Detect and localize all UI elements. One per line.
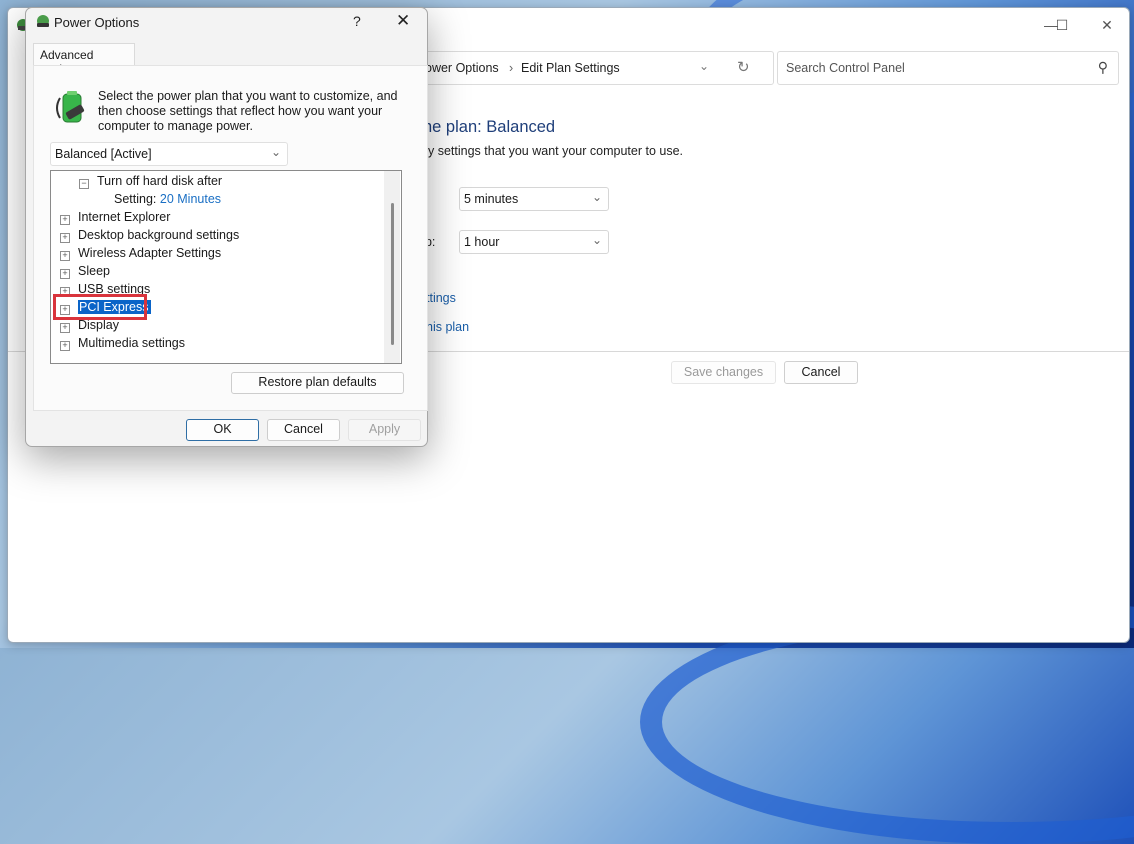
refresh-icon[interactable]: ↻ [737,58,750,76]
highlight-annotation [53,294,147,320]
breadcrumb-separator-icon: › [509,61,514,75]
restore-defaults-link[interactable]: his plan [426,320,469,334]
expand-icon[interactable]: + [60,233,70,243]
tree-item-internet-explorer[interactable]: + Internet Explorer [60,209,170,227]
sleep-value: 1 hour [464,235,500,249]
chevron-down-icon: ⌄ [591,190,602,204]
search-icon[interactable]: ⚲ [1098,59,1108,76]
tree-item-label: Display [78,318,119,332]
expand-icon[interactable]: + [60,215,70,225]
collapse-icon[interactable]: − [79,179,89,189]
chevron-down-icon[interactable]: ⌄ [699,59,709,73]
advanced-settings-panel: Select the power plan that you want to c… [33,65,428,411]
restore-plan-defaults-button[interactable]: Restore plan defaults [231,372,404,394]
tree-item-setting[interactable]: Setting: 20 Minutes [114,191,221,209]
power-options-dialog: Power Options ? ✕ Advanced settings Sele… [25,7,428,447]
tree-item-label: Setting: [114,192,157,206]
display-off-select[interactable]: 5 minutes ⌄ [459,187,609,211]
display-off-value: 5 minutes [464,192,519,206]
power-options-icon [37,15,49,27]
cancel-button[interactable]: Cancel [784,361,858,384]
settings-tree: − Turn off hard disk after Setting: 20 Mi… [50,170,402,364]
expand-icon[interactable]: + [60,323,70,333]
close-button[interactable]: ✕ [1096,16,1118,34]
dialog-title: Power Options [54,15,140,30]
tree-item-label: Desktop background settings [78,228,240,242]
tree-item-label: Turn off hard disk after [97,174,223,188]
tab-advanced-settings[interactable]: Advanced settings [33,43,135,76]
help-button[interactable]: ? [353,13,361,29]
power-plan-value: Balanced [Active] [55,147,152,161]
apply-button[interactable]: Apply [348,419,421,441]
change-advanced-settings-link[interactable]: ttings [426,291,456,305]
page-title: ne plan: Balanced [423,118,556,136]
search-box[interactable]: Search Control Panel ⚲ [777,51,1119,85]
tree-item-desktop-background[interactable]: + Desktop background settings [60,227,239,245]
tree-item-label: Internet Explorer [78,210,171,224]
page-subtitle: y settings that you want your computer t… [428,144,683,158]
intro-text: Select the power plan that you want to c… [98,89,398,133]
setting-value[interactable]: 20 Minutes [160,192,221,206]
scrollbar-thumb[interactable] [391,203,394,345]
chevron-down-icon: ⌄ [591,233,602,247]
search-input[interactable]: Search Control Panel [786,61,905,75]
tree-item-multimedia[interactable]: + Multimedia settings [60,335,185,353]
tree-item-turn-off-hard-disk[interactable]: − Turn off hard disk after [79,173,222,191]
tree-item-wireless-adapter[interactable]: + Wireless Adapter Settings [60,245,221,263]
breadcrumb-edit-plan-settings[interactable]: Edit Plan Settings [521,61,620,75]
sleep-select[interactable]: 1 hour ⌄ [459,230,609,254]
tree-item-sleep[interactable]: + Sleep [60,263,110,281]
expand-icon[interactable]: + [60,341,70,351]
chevron-down-icon: ⌄ [270,145,281,159]
ok-button[interactable]: OK [186,419,259,441]
close-button[interactable]: ✕ [396,11,410,31]
maximize-button[interactable]: ☐ [1051,16,1073,34]
expand-icon[interactable]: + [60,269,70,279]
cancel-button[interactable]: Cancel [267,419,340,441]
expand-icon[interactable]: + [60,251,70,261]
address-bar[interactable]: ower Options › Edit Plan Settings ⌄ ↻ [408,51,774,85]
tree-item-label: Sleep [78,264,110,278]
battery-plug-icon [56,91,85,123]
power-plan-select[interactable]: Balanced [Active] ⌄ [50,142,288,166]
breadcrumb-power-options[interactable]: ower Options [425,61,499,75]
tree-item-label: Wireless Adapter Settings [78,246,222,260]
save-changes-button[interactable]: Save changes [671,361,776,384]
tree-item-label: Multimedia settings [78,336,185,350]
